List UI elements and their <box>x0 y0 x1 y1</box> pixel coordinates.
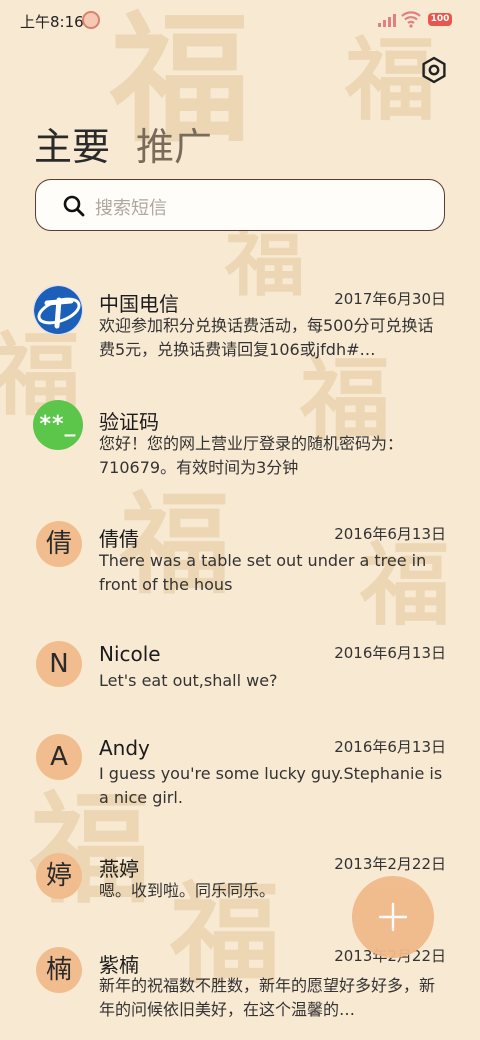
message-preview: There was a table set out under a tree i… <box>99 551 427 594</box>
message-date: 2016年6月13日 <box>334 738 446 756</box>
list-item[interactable]: 中国电信 2017年6月30日 欢迎参加积分兑换话费活动，每500分可兑换话费5… <box>0 280 480 390</box>
tab-promotions[interactable]: 推广 <box>136 116 212 171</box>
wifi-icon <box>401 11 421 28</box>
message-preview: 您好！您的网上营业厅登录的随机密码为：710679。有效时间为3分钟 <box>99 434 404 477</box>
list-item[interactable]: 楠 紫楠 2013年2月22日 新年的祝福数不胜数，新年的愿望好多好多，新年的问… <box>0 943 480 1040</box>
tab-main[interactable]: 主要 <box>34 116 110 171</box>
china-telecom-logo <box>34 286 82 334</box>
sender-name: 验证码 <box>99 410 159 434</box>
compose-button[interactable] <box>352 876 434 958</box>
search-placeholder: 搜索短信 <box>95 198 167 219</box>
avatar <box>33 285 83 335</box>
avatar: 倩 <box>36 521 82 567</box>
sender-name: Andy <box>99 736 150 760</box>
list-item[interactable]: A Andy 2016年6月13日 I guess you're some lu… <box>0 730 480 840</box>
message-preview: Let's eat out,shall we? <box>99 671 278 690</box>
avatar: N <box>36 641 82 687</box>
message-preview: 新年的祝福数不胜数，新年的愿望好多好多，新年的问候依旧美好，在这个温馨的… <box>99 976 436 1019</box>
signal-icon <box>378 13 398 27</box>
list-item[interactable]: 倩 倩倩 2016年6月13日 There was a table set ou… <box>0 515 480 625</box>
search-icon <box>63 195 85 217</box>
avatar: A <box>36 734 82 780</box>
sender-name: 倩倩 <box>99 527 139 551</box>
avatar: **_ <box>33 400 83 450</box>
sender-name: 燕婷 <box>99 857 139 881</box>
message-date: 2016年6月13日 <box>334 525 446 543</box>
notification-app-icon <box>82 11 100 29</box>
avatar: 婷 <box>36 853 82 899</box>
message-preview: 欢迎参加积分兑换话费活动，每500分可兑换话费5元，兑换话费请回复106或jfd… <box>99 316 434 359</box>
message-date: 2017年6月30日 <box>334 290 446 308</box>
message-preview: I guess you're some lucky guy.Stephanie … <box>99 764 443 807</box>
message-date: 2013年2月22日 <box>334 855 446 873</box>
settings-icon[interactable] <box>419 55 449 85</box>
battery-indicator: 100 <box>428 13 452 26</box>
list-item[interactable]: N Nicole 2016年6月13日 Let's eat out,shall … <box>0 635 480 745</box>
message-date: 2016年6月13日 <box>334 644 446 662</box>
sender-name: 中国电信 <box>99 292 179 316</box>
add-icon <box>378 902 408 932</box>
status-bar: 上午8:16 100 <box>0 0 480 40</box>
list-item[interactable]: **_ 验证码 您好！您的网上营业厅登录的随机密码为：710679。有效时间为3… <box>0 396 480 506</box>
avatar: 楠 <box>36 947 82 993</box>
status-time: 上午8:16 <box>20 13 84 31</box>
sender-name: Nicole <box>99 642 161 666</box>
search-input[interactable]: 搜索短信 <box>35 179 445 231</box>
